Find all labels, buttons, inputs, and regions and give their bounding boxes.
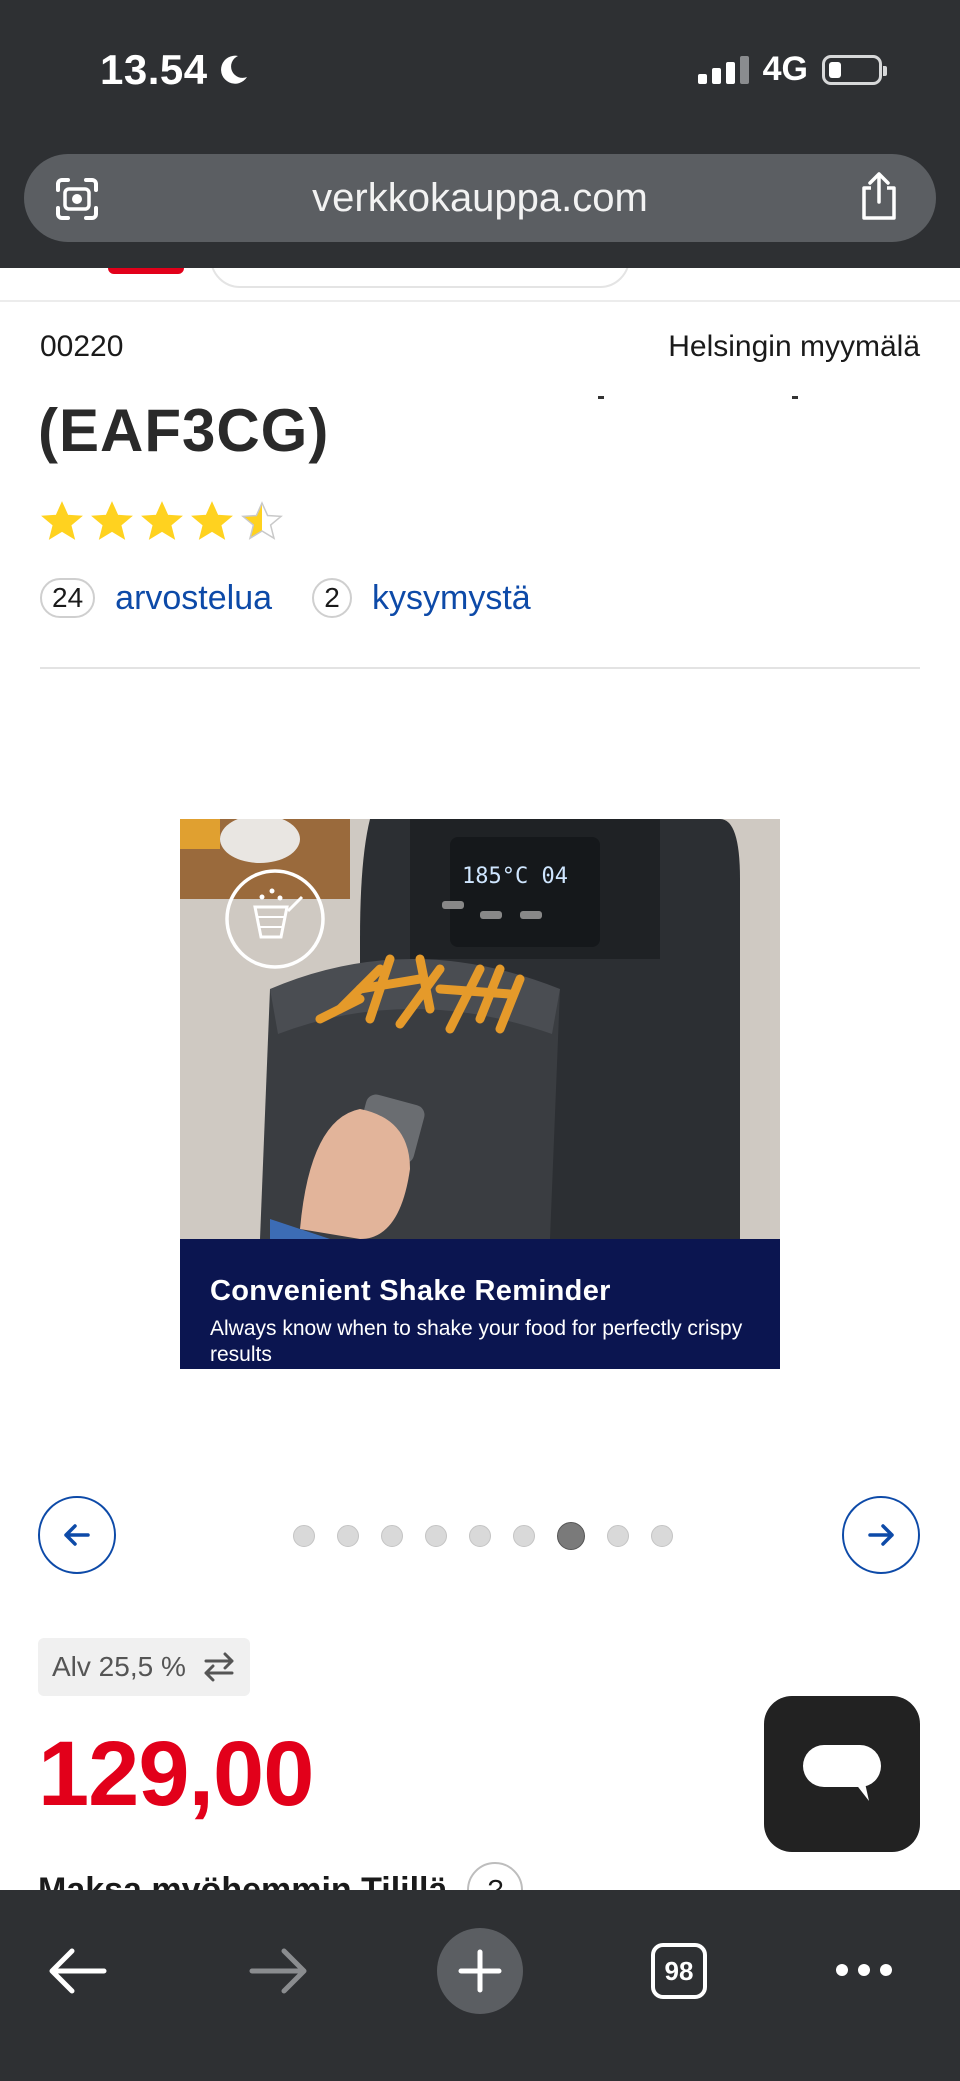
divider-mark bbox=[792, 396, 798, 399]
back-arrow-icon bbox=[49, 1948, 107, 1994]
product-price: 129,00 bbox=[38, 1723, 314, 1825]
promo-title: Convenient Shake Reminder bbox=[210, 1275, 611, 1307]
carousel-dot[interactable] bbox=[337, 1525, 359, 1547]
carousel-dot[interactable] bbox=[293, 1525, 315, 1547]
battery-icon bbox=[822, 54, 887, 85]
vat-label: Alv 25,5 % bbox=[52, 1651, 186, 1682]
share-icon[interactable] bbox=[854, 170, 904, 224]
star-icon bbox=[140, 500, 184, 544]
back-button[interactable] bbox=[46, 1946, 108, 1996]
carousel-dot[interactable] bbox=[651, 1525, 673, 1547]
promo-text: Always know when to shake your food for … bbox=[210, 1317, 743, 1366]
display-readout: 185°C 04 bbox=[462, 864, 568, 889]
reviews-link[interactable]: arvostelua bbox=[115, 579, 272, 618]
carousel-dot[interactable] bbox=[607, 1525, 629, 1547]
more-icon bbox=[836, 1964, 892, 1976]
arrow-left-icon bbox=[64, 1524, 90, 1546]
vat-toggle[interactable]: Alv 25,5 % bbox=[38, 1638, 250, 1696]
browser-header: verkkokauppa.com bbox=[0, 140, 960, 268]
next-image-button[interactable] bbox=[842, 1496, 920, 1574]
star-icon bbox=[190, 500, 234, 544]
promo-banner: Convenient Shake Reminder Always know wh… bbox=[180, 1239, 780, 1369]
logo-fragment bbox=[108, 268, 184, 274]
signal-icon bbox=[697, 55, 749, 84]
status-indicators: 4G bbox=[697, 50, 887, 89]
url-text: verkkokauppa.com bbox=[312, 175, 648, 220]
questions-link[interactable]: kysymystä bbox=[372, 579, 531, 618]
status-bar: 13.54 4G bbox=[0, 0, 960, 140]
star-icon bbox=[40, 500, 84, 544]
chat-bubble-icon bbox=[803, 1745, 881, 1801]
forward-arrow-icon bbox=[249, 1948, 307, 1994]
air-fryer-photo: 185°C 04 bbox=[180, 819, 780, 1239]
status-time: 13.54 bbox=[100, 46, 250, 94]
lens-icon[interactable] bbox=[52, 174, 102, 224]
carousel-dot[interactable] bbox=[381, 1525, 403, 1547]
new-tab-button[interactable] bbox=[437, 1928, 523, 2014]
reviews-count-badge: 24 bbox=[40, 578, 96, 618]
chat-button[interactable] bbox=[764, 1696, 920, 1852]
forward-button[interactable] bbox=[248, 1946, 310, 1996]
more-button[interactable] bbox=[834, 1962, 894, 1978]
browser-toolbar: 98 bbox=[0, 1890, 960, 2081]
divider-mark bbox=[598, 396, 604, 399]
tabs-button[interactable]: 98 bbox=[651, 1943, 707, 1999]
carousel-dot[interactable] bbox=[469, 1525, 491, 1547]
carousel-dots bbox=[293, 1522, 673, 1550]
carousel-dot[interactable] bbox=[557, 1522, 585, 1550]
tabs-icon: 98 bbox=[651, 1943, 707, 1999]
carousel-dot[interactable] bbox=[425, 1525, 447, 1547]
store-name[interactable]: Helsingin myymälä bbox=[668, 330, 920, 364]
questions-count-badge: 2 bbox=[312, 578, 353, 618]
site-header-strip bbox=[0, 268, 960, 302]
section-divider bbox=[40, 667, 920, 669]
site-search-fragment[interactable] bbox=[210, 268, 630, 288]
review-row: 24 arvostelua 2 kysymystä bbox=[40, 578, 531, 618]
carousel-dot[interactable] bbox=[513, 1525, 535, 1547]
plus-icon bbox=[458, 1949, 502, 1993]
star-icon bbox=[240, 500, 284, 544]
moon-icon bbox=[220, 55, 247, 84]
product-image[interactable]: 185°C 04 Convenient Shake Reminder Alway… bbox=[180, 819, 780, 1369]
star-icon bbox=[90, 500, 134, 544]
arrow-right-icon bbox=[868, 1524, 894, 1546]
swap-icon bbox=[204, 1652, 234, 1682]
previous-image-button[interactable] bbox=[38, 1496, 116, 1574]
postal-code: 00220 bbox=[40, 330, 124, 363]
rating-stars[interactable] bbox=[40, 500, 284, 544]
address-bar[interactable]: verkkokauppa.com bbox=[24, 154, 936, 242]
store-row: 00220 Helsingin myymälä bbox=[40, 330, 920, 364]
network-label: 4G bbox=[762, 50, 808, 88]
product-title: (EAF3CG) bbox=[38, 397, 330, 464]
